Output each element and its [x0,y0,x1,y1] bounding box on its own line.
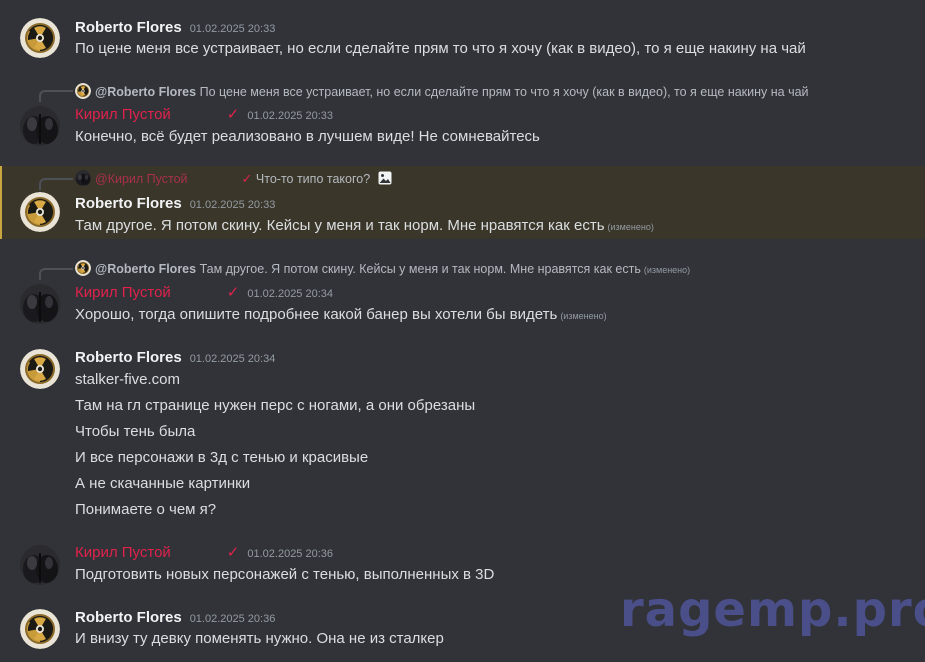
reply-text: По цене меня все устраивает, но если сде… [199,85,809,99]
role-check-icon: ✓ [241,171,253,186]
message-header: Roberto Flores 01.02.2025 20:34 [75,348,275,368]
message-header: Roberto Flores 01.02.2025 20:33 [75,18,275,38]
timestamp: 01.02.2025 20:36 [189,613,276,625]
message-header: Roberto Flores 01.02.2025 20:36 [75,608,275,628]
user-avatar[interactable] [20,284,60,324]
message-text: Понимаете о чем я? [75,501,217,518]
image-icon [378,171,392,185]
edited-label: (изменено) [607,222,654,232]
user-avatar[interactable] [20,192,60,232]
user-avatar[interactable] [20,609,60,649]
edited-label: (изменено) [643,265,691,275]
timestamp: 01.02.2025 20:33 [189,23,276,35]
reply-avatar [75,260,91,276]
message-text: Там на гл странице нужен перс с ногами, … [75,397,476,414]
reply-author[interactable]: @Roberto Flores [95,262,196,276]
message-text: И внизу ту девку поменять нужно. Она не … [75,630,444,647]
message-text: Чтобы тень была [75,423,196,440]
user-avatar[interactable] [20,545,60,585]
message-header: Кирил Пустой ✓ 01.02.2025 20:33 [75,105,333,125]
watermark: ragemp.pro [620,582,925,638]
reply-spine [39,90,73,102]
timestamp: 01.02.2025 20:33 [247,110,334,122]
radiation-icon [20,349,60,389]
message-text: А не скачанные картинки [75,475,251,492]
message-text-body: Там другое. Я потом скину. Кейсы у меня … [75,217,605,234]
timestamp: 01.02.2025 20:34 [247,288,334,300]
radiation-icon [75,83,91,99]
reply-avatar [75,83,91,99]
message-header: Кирил Пустой ✓ 01.02.2025 20:36 [75,543,333,563]
author-name[interactable]: Кирил Пустой [75,284,171,301]
message-text: Конечно, всё будет реализовано в лучшем … [75,128,540,145]
edited-label: (изменено) [560,311,607,321]
radiation-icon [75,260,91,276]
timestamp: 01.02.2025 20:33 [189,199,276,211]
role-check-icon: ✓ [226,106,240,123]
photo-avatar [75,170,91,186]
message-text: Там другое. Я потом скину. Кейсы у меня … [75,216,654,237]
role-check-icon: ✓ [226,544,240,561]
author-name[interactable]: Roberto Flores [75,349,182,366]
message-text-body: Хорошо, тогда опишите подробнее какой ба… [75,306,558,323]
radiation-icon [20,192,60,232]
reply-text: Что-то типо такого? [255,172,371,186]
reply-text: Там другое. Я потом скину. Кейсы у меня … [199,262,641,276]
message-2: @Roberto Flores По цене меня все устраив… [0,80,925,150]
radiation-icon [20,609,60,649]
timestamp: 01.02.2025 20:34 [189,353,276,365]
author-name[interactable]: Roberto Flores [75,609,182,626]
message-4: @Roberto Flores Там другое. Я потом скин… [0,258,925,328]
author-name[interactable]: Кирил Пустой [75,106,171,123]
message-3: @Кирил Пустой ✓ Что-то типо такого? Rober… [0,166,925,239]
user-avatar[interactable] [20,106,60,146]
reply-avatar [75,170,91,186]
message-text: По цене меня все устраивает, но если сде… [75,40,806,57]
message-header: Кирил Пустой ✓ 01.02.2025 20:34 [75,283,333,303]
reply-author[interactable]: @Roberto Flores [95,85,196,99]
reply-preview[interactable]: @Кирил Пустой ✓ Что-то типо такого? [75,170,392,188]
radiation-icon [20,18,60,58]
reply-author[interactable]: @Кирил Пустой [95,172,188,186]
message-1: Roberto Flores 01.02.2025 20:33 По цене м… [0,14,925,64]
reply-spine [39,178,73,190]
photo-avatar [20,284,60,324]
message-text: И все персонажи в 3д с тенью и красивые [75,449,369,466]
reply-preview[interactable]: @Roberto Flores Там другое. Я потом скин… [75,260,690,278]
message-header: Roberto Flores 01.02.2025 20:33 [75,194,275,214]
user-avatar[interactable] [20,349,60,389]
timestamp: 01.02.2025 20:36 [247,548,334,560]
reply-spine [39,268,73,280]
photo-avatar [20,545,60,585]
author-name[interactable]: Кирил Пустой [75,544,171,561]
author-name[interactable]: Roberto Flores [75,19,182,36]
user-avatar[interactable] [20,18,60,58]
message-text: Подготовить новых персонажей с тенью, вы… [75,566,495,583]
author-name[interactable]: Roberto Flores [75,195,182,212]
photo-avatar [20,106,60,146]
reply-preview[interactable]: @Roberto Flores По цене меня все устраив… [75,83,809,101]
message-5: Roberto Flores 01.02.2025 20:34 stalker-f… [0,344,925,524]
message-text: Хорошо, тогда опишите подробнее какой ба… [75,305,607,326]
role-check-icon: ✓ [226,284,240,301]
message-text[interactable]: stalker-five.com [75,370,180,390]
